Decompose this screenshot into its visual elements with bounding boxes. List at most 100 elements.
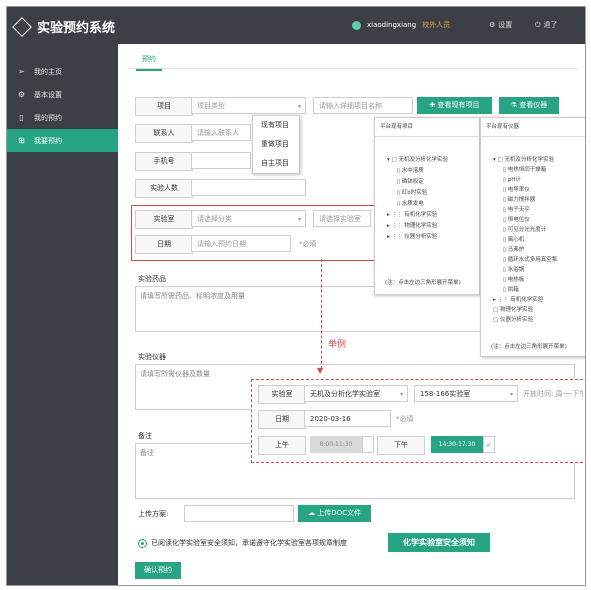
example-am-checkbox[interactable] (362, 436, 374, 453)
view-projects-label: 查看现有项目 (437, 101, 480, 109)
tree-item[interactable]: ▸ ⋮⋮ 物理化学实验 (387, 221, 479, 232)
phone-input[interactable] (191, 152, 251, 169)
example-room-select[interactable]: 158-166实验室 ▾ (414, 385, 518, 402)
date-required-note: *必填 (299, 240, 317, 248)
app-frame: 实验预约系统 xiaodingxiang 校外人员 ⚙ 设置 ⏻ 退了 ➢ 我的… (6, 6, 586, 586)
project-type-dropdown: 现有项目 重做项目 自主项目 (252, 115, 300, 174)
tree-item[interactable]: ▯ 电热恒同干燥箱 (493, 165, 585, 175)
people-input[interactable] (191, 179, 306, 196)
agreement-row[interactable]: 已阅读化学实验室安全须知，承诺遵守化学实验室各项规章制度 (138, 538, 347, 548)
agree-radio[interactable] (138, 538, 147, 548)
user-role: 校外人员 (422, 21, 451, 29)
contact-input[interactable]: 请输入联系人 (191, 124, 251, 141)
dropdown-option[interactable]: 现有项目 (253, 116, 299, 135)
main-content: 预约 项目 项目类型 ▾ 请输入详细项目名称 ✚ 查看现有项目 ⚗ 查看仪器 联… (118, 44, 585, 585)
example-label: 举例 (328, 340, 347, 350)
tree-item[interactable]: ▯ 马弗炉 (493, 245, 585, 255)
tree-item[interactable]: ▯ 水中溶质 (387, 166, 479, 177)
dropdown-option[interactable]: 自主项目 (253, 154, 299, 173)
tree-item[interactable]: ▯ 恒电位仪 (493, 215, 585, 225)
example-lab-value: 无机及分析化学实验室 (310, 390, 380, 398)
sidebar-item-home[interactable]: ➢ 我的主页 (7, 60, 118, 83)
tree-item[interactable]: ▯ 红b时实验 (387, 188, 479, 199)
tree-item[interactable]: ▸ ⋮⋮ 仪器分析实验 (387, 232, 479, 243)
tree-item[interactable]: ▯ 水质发电 (387, 199, 479, 210)
sidebar-item-settings[interactable]: ⚙ 基本设置 (7, 83, 118, 106)
cloud-upload-icon: ☁ (307, 509, 315, 517)
tree-item[interactable]: ▾ ▢ 无机及分析化学实验 (493, 155, 585, 165)
projects-panel: 平台现有项目 ▾ ▢ 无机及分析化学实验 ▯ 水中溶质 ▯ 磷钵权定 ▯ 红b时… (374, 117, 480, 295)
chevron-down-icon: ▾ (297, 216, 301, 223)
example-lab-label: 实验室 (258, 385, 306, 404)
top-bar: 实验预约系统 xiaodingxiang 校外人员 ⚙ 设置 ⏻ 退了 (7, 7, 585, 44)
tree-item[interactable]: ▢ 物理化学实验 (493, 305, 585, 315)
tree-item[interactable]: ▯ 磷钵权定 (387, 177, 479, 188)
check-icon: ✓ (486, 441, 492, 449)
tree-item[interactable]: ▯ pH计 (493, 175, 585, 185)
sidebar-item-book[interactable]: ⊞ 我要预约 (7, 129, 118, 152)
sidebar-item-my-bookings[interactable]: ▯ 我的预约 (7, 106, 118, 129)
settings-button[interactable]: ⚙ 设置 (489, 20, 512, 30)
user-info[interactable]: xiaodingxiang 校外人员 (352, 20, 450, 30)
view-instruments-button[interactable]: ⚗ 查看仪器 (499, 97, 559, 114)
tree-item[interactable]: ▯ 磁力搅拌器 (493, 195, 585, 205)
phone-label: 手机号 (135, 152, 193, 171)
caret-right-icon: ▸ ⋮⋮ (387, 234, 405, 240)
submit-booking-button[interactable]: 确认预约 (135, 562, 181, 579)
tree-item[interactable]: ▯ 离心机 (493, 235, 585, 245)
lab-category-value: 请选择分类 (197, 215, 232, 223)
tree-item[interactable]: ▸ ⋮⋮ 有机化学实验 (387, 210, 479, 221)
tree-item[interactable]: ▯ 水浴锅 (493, 265, 585, 275)
agree-text: 已阅读化学实验室安全须知，承诺遵守化学实验室各项规章制度 (151, 539, 347, 547)
app-brand[interactable]: 实验预约系统 (12, 16, 115, 37)
view-projects-button[interactable]: ✚ 查看现有项目 (417, 97, 492, 114)
dropdown-option[interactable]: 重做项目 (253, 135, 299, 154)
reagents-label: 实验药品 (138, 275, 166, 283)
folder-icon: ▢ (493, 317, 500, 323)
project-detail-input[interactable]: 请输入详细项目名称 (313, 97, 413, 114)
lab-room-select[interactable]: 请选择实验室 (313, 210, 371, 227)
example-date-input[interactable]: 2020-03-16 (304, 410, 391, 427)
plus-icon: ✚ (429, 101, 436, 109)
project-type-value: 项目类型 (197, 102, 225, 110)
example-open-time: 开放时间: 周一-下午 (523, 390, 583, 398)
upload-doc-button[interactable]: ☁ 上传DOC文件 (298, 505, 371, 522)
instruments-panel-title: 平台现有仪器 (481, 118, 585, 137)
tree-item[interactable]: ▯ 可见分光光度计 (493, 225, 585, 235)
example-pm-checkbox[interactable]: ✓ (483, 436, 495, 453)
tab-booking[interactable]: 预约 (136, 54, 162, 71)
settings-label: 设置 (498, 21, 513, 29)
example-pm-slot[interactable]: 14:30-17:30 (431, 436, 483, 453)
grid-icon: ⊞ (18, 136, 25, 145)
arrow-down-icon: ▼ (317, 366, 324, 375)
example-connector (321, 259, 322, 369)
tree-item[interactable]: ▸ ⋮⋮ 有机化学实验 (493, 295, 585, 305)
instruments-panel-note: (注：点击左边三角形展开菜单) (491, 344, 567, 350)
safety-notice-button[interactable]: 化学实验室安全须知 (388, 533, 490, 552)
tree-item[interactable]: ▯ 电热板 (493, 275, 585, 285)
tree-item[interactable]: ▯ 循环水式多用真空泵 (493, 255, 585, 265)
view-instruments-label: 查看仪器 (519, 101, 548, 109)
upload-file-field[interactable] (184, 505, 294, 522)
date-input[interactable]: 请输入预约日期 (191, 235, 291, 252)
tree-item[interactable]: ▾ ▢ 无机及分析化学实验 (387, 155, 479, 166)
gear-icon: ⚙ (17, 90, 26, 99)
upload-doc-label: 上传DOC文件 (317, 509, 362, 517)
caret-right-icon: ▸ ⋮⋮ (493, 297, 511, 303)
caret-right-icon: ▸ ⋮⋮ (387, 212, 405, 218)
lab-category-select[interactable]: 请选择分类 ▾ (191, 210, 306, 227)
example-am-slot[interactable]: 8:00-11:30 (310, 436, 362, 453)
app-logo-icon (12, 16, 32, 37)
tree-item[interactable]: ▯ 电子天平 (493, 205, 585, 215)
example-pm-label: 下午 (377, 436, 425, 455)
project-type-select[interactable]: 项目类型 ▾ (191, 97, 306, 114)
logout-button[interactable]: ⏻ 退了 (535, 20, 558, 30)
flask-icon: ⚗ (510, 101, 518, 109)
tree-item[interactable]: ▢ 仪器分析实验 (493, 315, 585, 325)
example-lab-select[interactable]: 无机及分析化学实验室 ▾ (304, 385, 408, 402)
lab-label: 实验室 (135, 210, 193, 229)
tree-item[interactable]: ▯ 烘箱 (493, 285, 585, 295)
tree-item[interactable]: ▯ 电导率仪 (493, 185, 585, 195)
gear-icon: ⚙ (489, 21, 496, 29)
project-label: 项目 (135, 97, 193, 116)
